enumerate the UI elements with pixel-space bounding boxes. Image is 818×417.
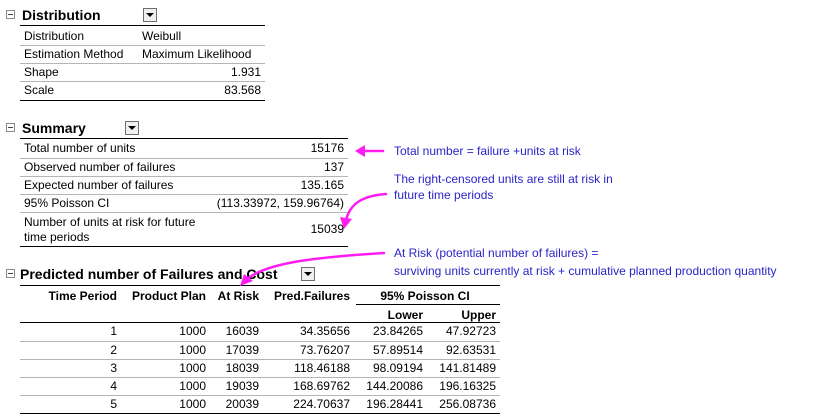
at-risk-arrow: [245, 251, 386, 281]
censored-units-arrow: [344, 192, 388, 222]
censored-units-arrowhead: [340, 217, 352, 229]
annotation-arrows: [240, 145, 388, 286]
total-number-arrowhead: [355, 145, 365, 157]
